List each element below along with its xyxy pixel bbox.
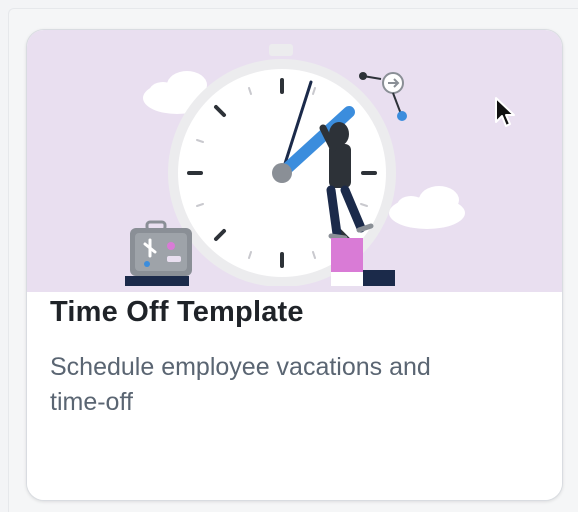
card-illustration [27,30,562,292]
suitcase-icon [125,220,192,286]
clock-illustration-svg [27,44,562,292]
page: Time Off Template Schedule employee vaca… [0,0,578,512]
template-card[interactable] [26,29,563,501]
stacked-blocks [331,238,395,286]
mouse-pointer-icon [495,97,515,127]
cloud-right [389,186,465,229]
card-title[interactable]: Time Off Template [50,296,304,329]
card-description: Schedule employee vacations and time-off [50,353,431,416]
